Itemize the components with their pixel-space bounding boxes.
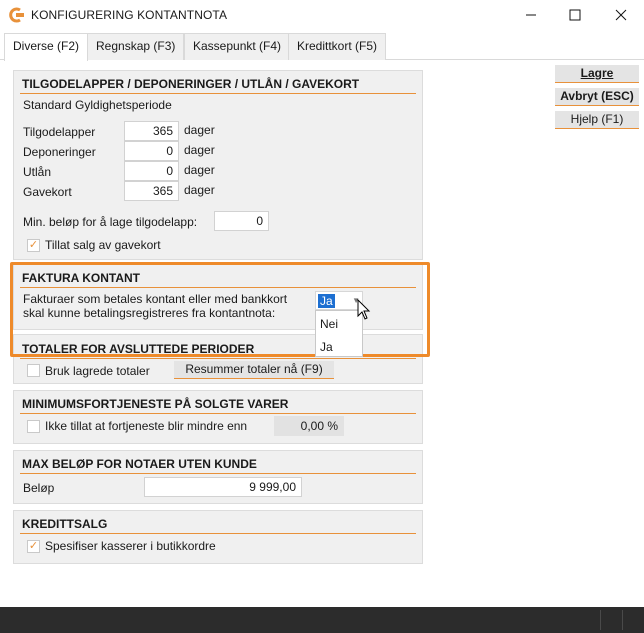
allow-gift-card-label: Tillat salg av gavekort (45, 238, 161, 252)
row-label: Gavekort (23, 185, 72, 199)
section-title: MAX BELØP FOR NOTAER UTEN KUNDE (22, 457, 257, 471)
save-button-label: Lagre (580, 66, 614, 80)
close-button[interactable] (598, 0, 644, 30)
tab-label: Diverse (F2) (13, 39, 80, 53)
window-title: KONFIGURERING KONTANTNOTA (31, 8, 228, 22)
min-amount-input[interactable]: 0 (214, 211, 269, 231)
tilgodelapper-days-input[interactable]: 365 (124, 121, 179, 141)
allow-gift-card-checkbox[interactable]: ✓ (27, 239, 40, 252)
selected-value: Ja (318, 294, 335, 308)
min-profit-label: Ikke tillat at fortjeneste blir mindre e… (45, 419, 248, 433)
maximize-button[interactable] (552, 0, 598, 30)
max-amount-section: MAX BELØP FOR NOTAER UTEN KUNDE Beløp 9 … (13, 450, 423, 504)
dropdown-option-nei[interactable]: Nei (320, 317, 338, 331)
tab-kassepunkt[interactable]: Kassepunkt (F4) (184, 33, 291, 60)
checkmark-icon: ✓ (28, 540, 39, 552)
section-title: TILGODELAPPER / DEPONERINGER / UTLÅN / G… (22, 77, 360, 91)
minimize-icon (526, 14, 536, 16)
section-title: KREDITTSALG (22, 517, 108, 531)
dropdown-option-ja[interactable]: Ja (320, 340, 333, 354)
section-divider (20, 533, 416, 534)
section-divider (20, 358, 416, 359)
kredittsalg-section: KREDITTSALG ✓ Spesifiser kasserer i buti… (13, 510, 423, 564)
gavekort-days-input[interactable]: 365 (124, 181, 179, 201)
use-saved-totals-checkbox[interactable] (27, 364, 40, 377)
max-amount-input[interactable]: 9 999,00 (144, 477, 302, 497)
footer-separator (622, 610, 623, 630)
mouse-pointer-icon (357, 299, 371, 320)
tab-regnskap[interactable]: Regnskap (F3) (87, 33, 185, 60)
tab-diverse[interactable]: Diverse (F2) (4, 33, 89, 61)
amount-label: Beløp (23, 481, 55, 495)
tab-label: Kassepunkt (F4) (193, 39, 282, 53)
faktura-kontant-dropdown: Nei Ja (315, 310, 363, 357)
min-amount-label: Min. beløp for å lage tilgodelapp: (23, 215, 198, 229)
resum-totals-label: Resummer totaler nå (F9) (185, 362, 323, 376)
save-button[interactable]: Lagre (555, 65, 639, 83)
min-profit-checkbox[interactable] (27, 420, 40, 433)
close-icon (615, 9, 627, 21)
row-label: Tilgodelapper (23, 125, 96, 139)
help-button-label: Hjelp (F1) (570, 112, 624, 126)
maximize-icon (569, 9, 581, 21)
tab-kredittkort[interactable]: Kredittkort (F5) (288, 33, 387, 60)
use-saved-totals-label: Bruk lagrede totaler (45, 364, 150, 378)
unit-label: dager (184, 163, 215, 177)
section-divider (20, 413, 416, 414)
row-label: Utlån (23, 165, 52, 179)
section-title: MINIMUMSFORTJENESTE PÅ SOLGTE VARER (22, 397, 289, 411)
app-logo-icon (9, 7, 24, 23)
faktura-kontant-select[interactable]: Ja ▼ (315, 291, 363, 310)
specify-cashier-checkbox[interactable]: ✓ (27, 540, 40, 553)
help-button[interactable]: Hjelp (F1) (555, 111, 639, 129)
title-bar: KONFIGURERING KONTANTNOTA (0, 0, 644, 30)
section-divider (20, 473, 416, 474)
resum-totals-button[interactable]: Resummer totaler nå (F9) (174, 361, 334, 379)
utlan-days-input[interactable]: 0 (124, 161, 179, 181)
tab-label: Regnskap (F3) (96, 39, 176, 53)
unit-label: dager (184, 123, 215, 137)
min-profit-input[interactable]: 0,00 % (274, 416, 344, 436)
tilgodelapper-section: TILGODELAPPER / DEPONERINGER / UTLÅN / G… (13, 70, 423, 260)
footer-bar (0, 607, 644, 633)
specify-cashier-label: Spesifiser kasserer i butikkordre (45, 539, 216, 553)
min-profit-section: MINIMUMSFORTJENESTE PÅ SOLGTE VARER Ikke… (13, 390, 423, 444)
deponeringer-days-input[interactable]: 0 (124, 141, 179, 161)
unit-label: dager (184, 183, 215, 197)
cancel-button[interactable]: Avbryt (ESC) (555, 88, 639, 106)
tab-label: Kredittkort (F5) (297, 39, 378, 53)
unit-label: dager (184, 143, 215, 157)
checkmark-icon: ✓ (28, 239, 39, 251)
section-divider (20, 93, 416, 94)
subtitle: Standard Gyldighetsperiode (23, 98, 172, 112)
row-label: Deponeringer (23, 145, 96, 159)
cancel-button-label: Avbryt (ESC) (560, 89, 634, 103)
minimize-button[interactable] (508, 0, 554, 30)
footer-separator (600, 610, 601, 630)
tab-strip: Diverse (F2) Regnskap (F3) Kassepunkt (F… (0, 33, 644, 61)
